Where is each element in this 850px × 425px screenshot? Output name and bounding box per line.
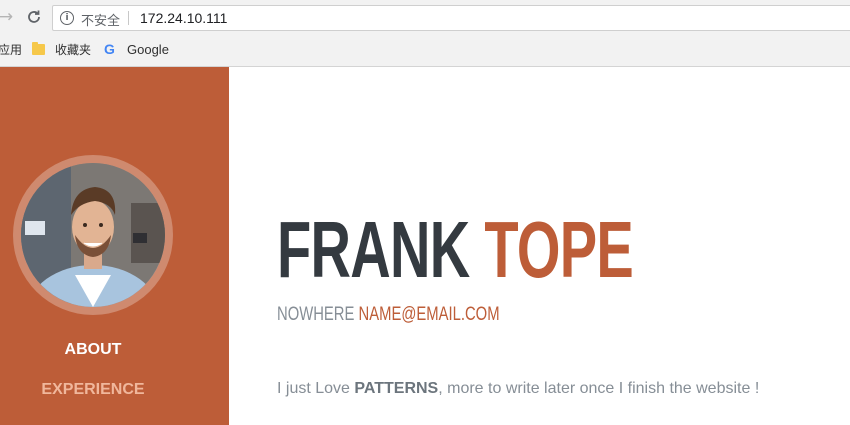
google-icon[interactable]: G — [104, 41, 118, 57]
intro-after: , more to write later once I finish the … — [438, 380, 760, 397]
url-text[interactable]: 172.24.10.111 — [140, 10, 227, 26]
bookmarks-bar: 应用 收藏夹 G Google — [0, 36, 850, 67]
intro-highlight: PATTERNS — [354, 380, 439, 397]
first-name: FRANK — [277, 205, 470, 294]
email-link[interactable]: NAME@EMAIL.COM — [359, 304, 500, 325]
address-bar[interactable]: i 不安全 172.24.10.111 — [52, 5, 850, 31]
nav-experience[interactable]: EXPERIENCE — [0, 381, 186, 399]
back-arrow-icon[interactable]: → — [0, 7, 16, 27]
security-label[interactable]: 不安全 — [81, 10, 120, 29]
browser-toolbar: → i 不安全 172.24.10.111 — [0, 0, 850, 36]
folder-icon[interactable] — [32, 42, 45, 55]
intro-before: I just Love — [277, 380, 355, 397]
address: NOWHERE — [277, 304, 355, 325]
info-icon[interactable]: i — [60, 11, 74, 25]
sidebar: ABOUT EXPERIENCE — [0, 67, 229, 425]
bookmark-apps[interactable]: 应用 — [0, 42, 22, 58]
last-name: TOPE — [484, 205, 634, 294]
avatar-frame — [13, 155, 173, 315]
bookmark-google[interactable]: Google — [127, 42, 169, 58]
avatar — [21, 163, 165, 307]
nav-about[interactable]: ABOUT — [0, 341, 186, 359]
reload-icon[interactable] — [24, 7, 44, 27]
contact-line: NOWHERE NAME@EMAIL.COM — [277, 304, 500, 326]
omnibox-divider — [128, 11, 129, 25]
bookmark-favorites[interactable]: 收藏夹 — [55, 42, 91, 58]
page-title: FRANK TOPE — [277, 205, 634, 295]
main-content: FRANK TOPE NOWHERE NAME@EMAIL.COM I just… — [229, 67, 850, 425]
intro-text: I just Love PATTERNS, more to write late… — [277, 380, 759, 398]
